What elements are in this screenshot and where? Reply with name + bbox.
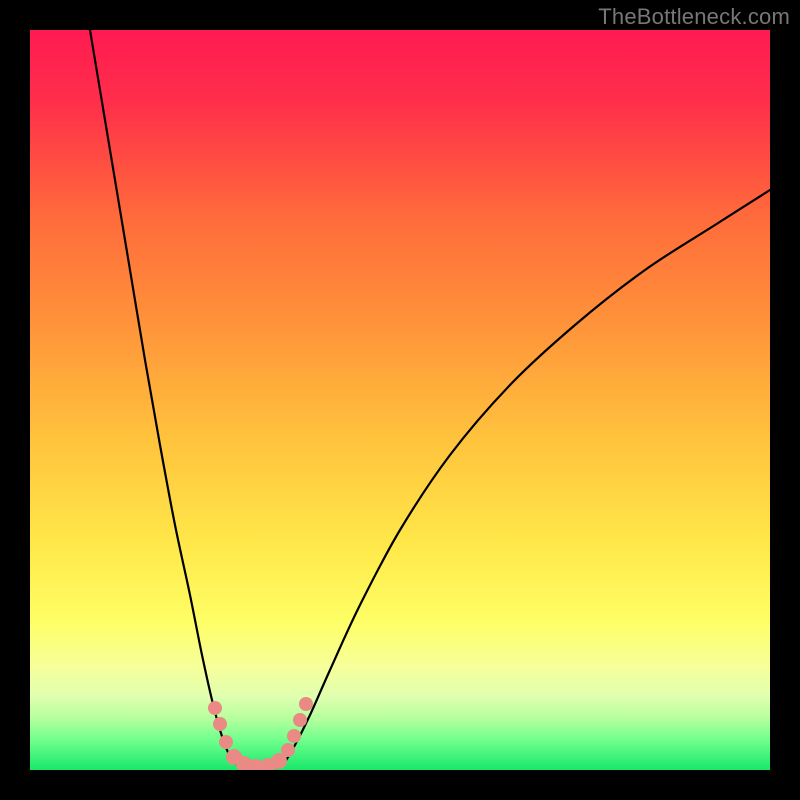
outer-frame: TheBottleneck.com: [0, 0, 800, 800]
highlight-dot: [281, 743, 295, 757]
highlight-dot: [208, 701, 222, 715]
curve-line: [90, 30, 770, 768]
plot-area: [30, 30, 770, 770]
bottleneck-curve: [30, 30, 770, 770]
highlight-dot: [287, 729, 301, 743]
highlight-dot: [213, 717, 227, 731]
highlight-dots: [208, 697, 313, 770]
watermark-text: TheBottleneck.com: [598, 4, 790, 30]
highlight-dot: [299, 697, 313, 711]
highlight-dot: [293, 713, 307, 727]
highlight-dot: [219, 735, 233, 749]
